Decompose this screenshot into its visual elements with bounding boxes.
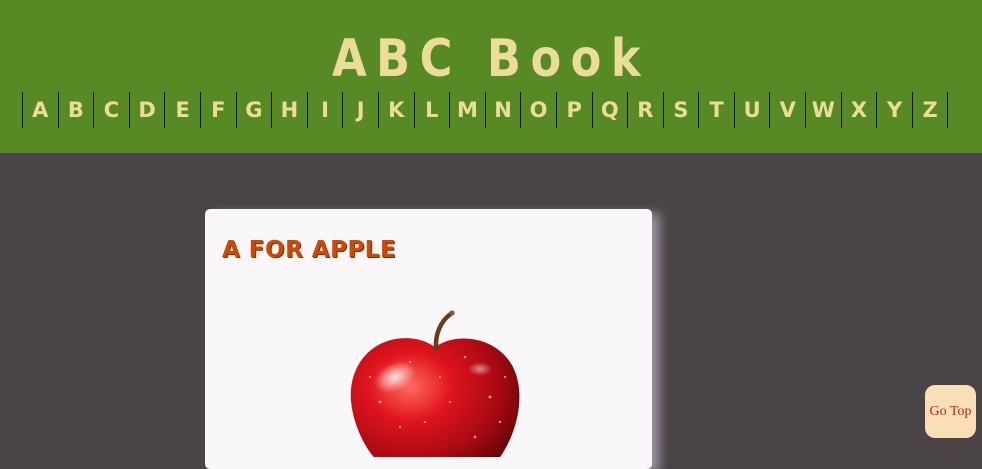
site-header: ABC Book ABCDEFGHIJKLMNOPQRSTUVWXYZ	[0, 0, 982, 153]
letter-link-a[interactable]: A	[22, 92, 58, 128]
letter-link-m[interactable]: M	[449, 92, 485, 128]
letter-link-o[interactable]: O	[520, 92, 556, 128]
letter-link-g[interactable]: G	[235, 92, 272, 128]
go-top-button[interactable]: Go Top	[925, 385, 976, 438]
letter-link-z[interactable]: Z	[911, 92, 948, 128]
letter-link-d[interactable]: D	[128, 92, 165, 128]
card-title: A FOR APPLE	[222, 237, 397, 263]
letter-link-n[interactable]: N	[484, 92, 521, 128]
site-title: ABC Book	[331, 28, 651, 89]
letter-link-b[interactable]: B	[57, 92, 94, 128]
letter-link-v[interactable]: V	[769, 92, 805, 128]
alphabet-nav: ABCDEFGHIJKLMNOPQRSTUVWXYZ	[22, 92, 949, 128]
letter-link-r[interactable]: R	[627, 92, 663, 128]
letter-link-j[interactable]: J	[342, 92, 378, 128]
letter-link-p[interactable]: P	[555, 92, 592, 128]
letter-link-k[interactable]: K	[377, 92, 414, 128]
letter-link-q[interactable]: Q	[591, 92, 628, 128]
letter-link-s[interactable]: S	[662, 92, 699, 128]
letter-link-e[interactable]: E	[164, 92, 200, 128]
letter-link-t[interactable]: T	[698, 92, 734, 128]
letter-link-y[interactable]: Y	[876, 92, 912, 128]
letter-link-w[interactable]: W	[805, 92, 841, 128]
apple-image	[350, 310, 520, 457]
letter-link-u[interactable]: U	[733, 92, 770, 128]
letter-link-f[interactable]: F	[199, 92, 236, 128]
letter-link-l[interactable]: L	[413, 92, 450, 128]
letter-link-h[interactable]: H	[271, 92, 307, 128]
letter-link-i[interactable]: I	[306, 92, 343, 128]
letter-link-c[interactable]: C	[93, 92, 129, 128]
letter-card: A FOR APPLE	[205, 209, 652, 469]
letter-link-x[interactable]: X	[840, 92, 877, 128]
